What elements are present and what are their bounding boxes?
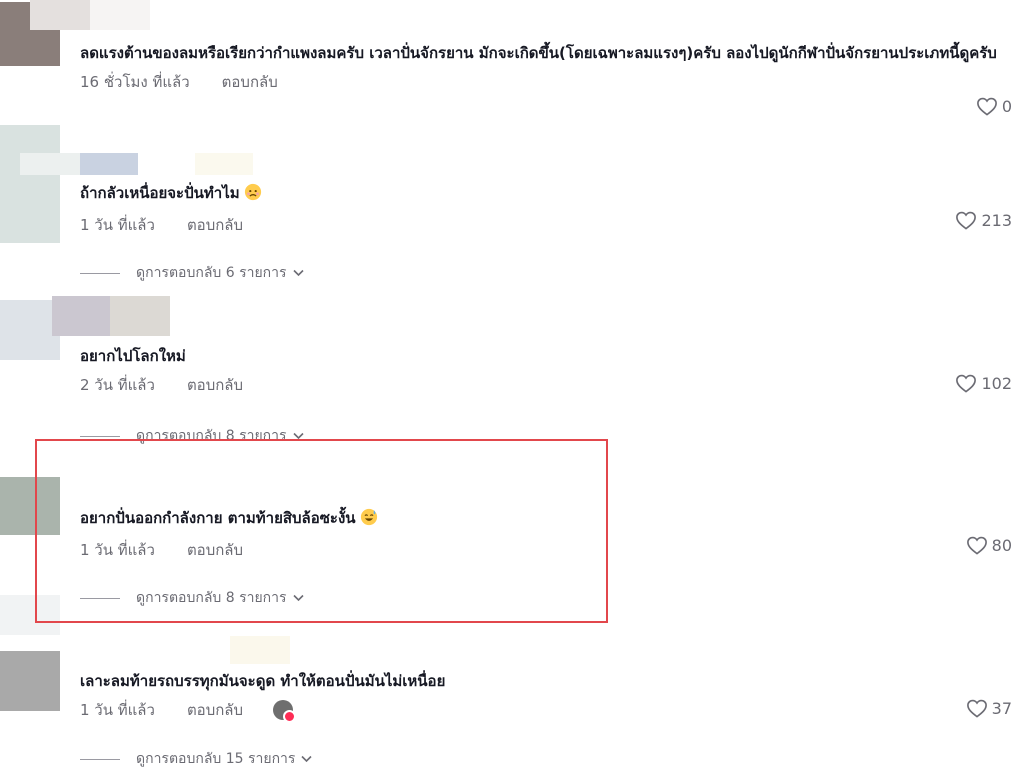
comment-meta: 1 วัน ที่แล้ว ตอบกลับ [80,698,1012,723]
comment-item: ลดแรงต้านของลมหรือเรียกว่ากำแพงลมครับ เว… [80,40,1012,116]
comment-time: 2 วัน ที่แล้ว [80,376,155,394]
avatar-blurred[interactable] [0,300,60,360]
comment-time: 1 วัน ที่แล้ว [80,701,155,719]
divider-line [80,435,120,437]
username-blurred [230,636,290,664]
comment-item: ถ้ากลัวเหนื่อยจะปั่นทำไม 1 วัน ที่แล้ว ต… [80,180,1012,237]
username-blurred[interactable] [52,296,112,336]
comment-text: ลดแรงต้านของลมหรือเรียกว่ากำแพงลมครับ เว… [80,44,997,62]
view-replies-label: ดูการตอบกลับ 15 รายการ [136,751,296,767]
comment-item: อยากไปโลกใหม่ 2 วัน ที่แล้ว ตอบกลับ 102 [80,343,1012,397]
comment-item: เลาะลมท้ายรถบรรทุกมันจะดูด ทำให้ตอนปั่นม… [80,668,1012,723]
divider-line [80,272,120,274]
reply-button[interactable]: ตอบกลับ [187,213,243,237]
reply-button[interactable]: ตอบกลับ [187,373,243,397]
username-blurred [90,0,150,30]
chevron-down-icon [292,266,304,280]
chevron-down-icon [301,752,313,766]
highlight-annotation-box [35,439,608,623]
like-count: 37 [991,698,1012,718]
sad-face-emoji [244,183,262,209]
comment-text: ถ้ากลัวเหนื่อยจะปั่นทำไม [80,180,1012,209]
creator-liked-avatar [273,700,297,723]
comment-text: เลาะลมท้ายรถบรรทุกมันจะดูด ทำให้ตอนปั่นม… [80,672,446,690]
comment-text-content: ถ้ากลัวเหนื่อยจะปั่นทำไม [80,184,240,202]
heart-icon [966,699,987,718]
comment-meta: 1 วัน ที่แล้ว ตอบกลับ [80,213,1012,237]
comment-time: 16 ชั่วโมง ที่แล้ว [80,73,190,91]
like-count: 80 [991,535,1012,555]
like-count: 0 [1001,96,1012,116]
like-count: 213 [981,210,1012,230]
username-blurred [110,296,170,336]
heart-icon [976,97,997,116]
like-button[interactable]: 213 [955,210,1012,230]
comment-text: อยากไปโลกใหม่ [80,347,186,365]
like-button[interactable]: 80 [966,535,1012,555]
username-blurred [195,153,253,175]
reply-button[interactable]: ตอบกลับ [187,698,243,722]
view-replies-label: ดูการตอบกลับ 6 รายการ [136,265,287,281]
heart-badge-icon [283,710,297,723]
comment-meta: 2 วัน ที่แล้ว ตอบกลับ [80,373,1012,397]
heart-icon [956,211,977,230]
username-blurred[interactable] [30,0,90,30]
like-button[interactable]: 102 [955,373,1012,393]
comment-meta: 16 ชั่วโมง ที่แล้ว ตอบกลับ [80,70,1012,94]
heart-icon [956,374,977,393]
like-count: 102 [981,373,1012,393]
avatar-blurred[interactable] [0,125,60,243]
heart-icon [966,536,987,555]
username-blurred [80,153,138,175]
view-replies-button[interactable]: ดูการตอบกลับ 6 รายการ [80,262,304,284]
avatar-blurred[interactable] [0,651,60,711]
view-replies-button[interactable]: ดูการตอบกลับ 15 รายการ [80,748,313,770]
like-button[interactable]: 37 [966,698,1012,718]
like-button[interactable]: 0 [976,96,1012,116]
comment-time: 1 วัน ที่แล้ว [80,216,155,234]
username-blurred[interactable] [20,153,80,175]
divider-line [80,758,120,760]
reply-button[interactable]: ตอบกลับ [222,70,278,94]
